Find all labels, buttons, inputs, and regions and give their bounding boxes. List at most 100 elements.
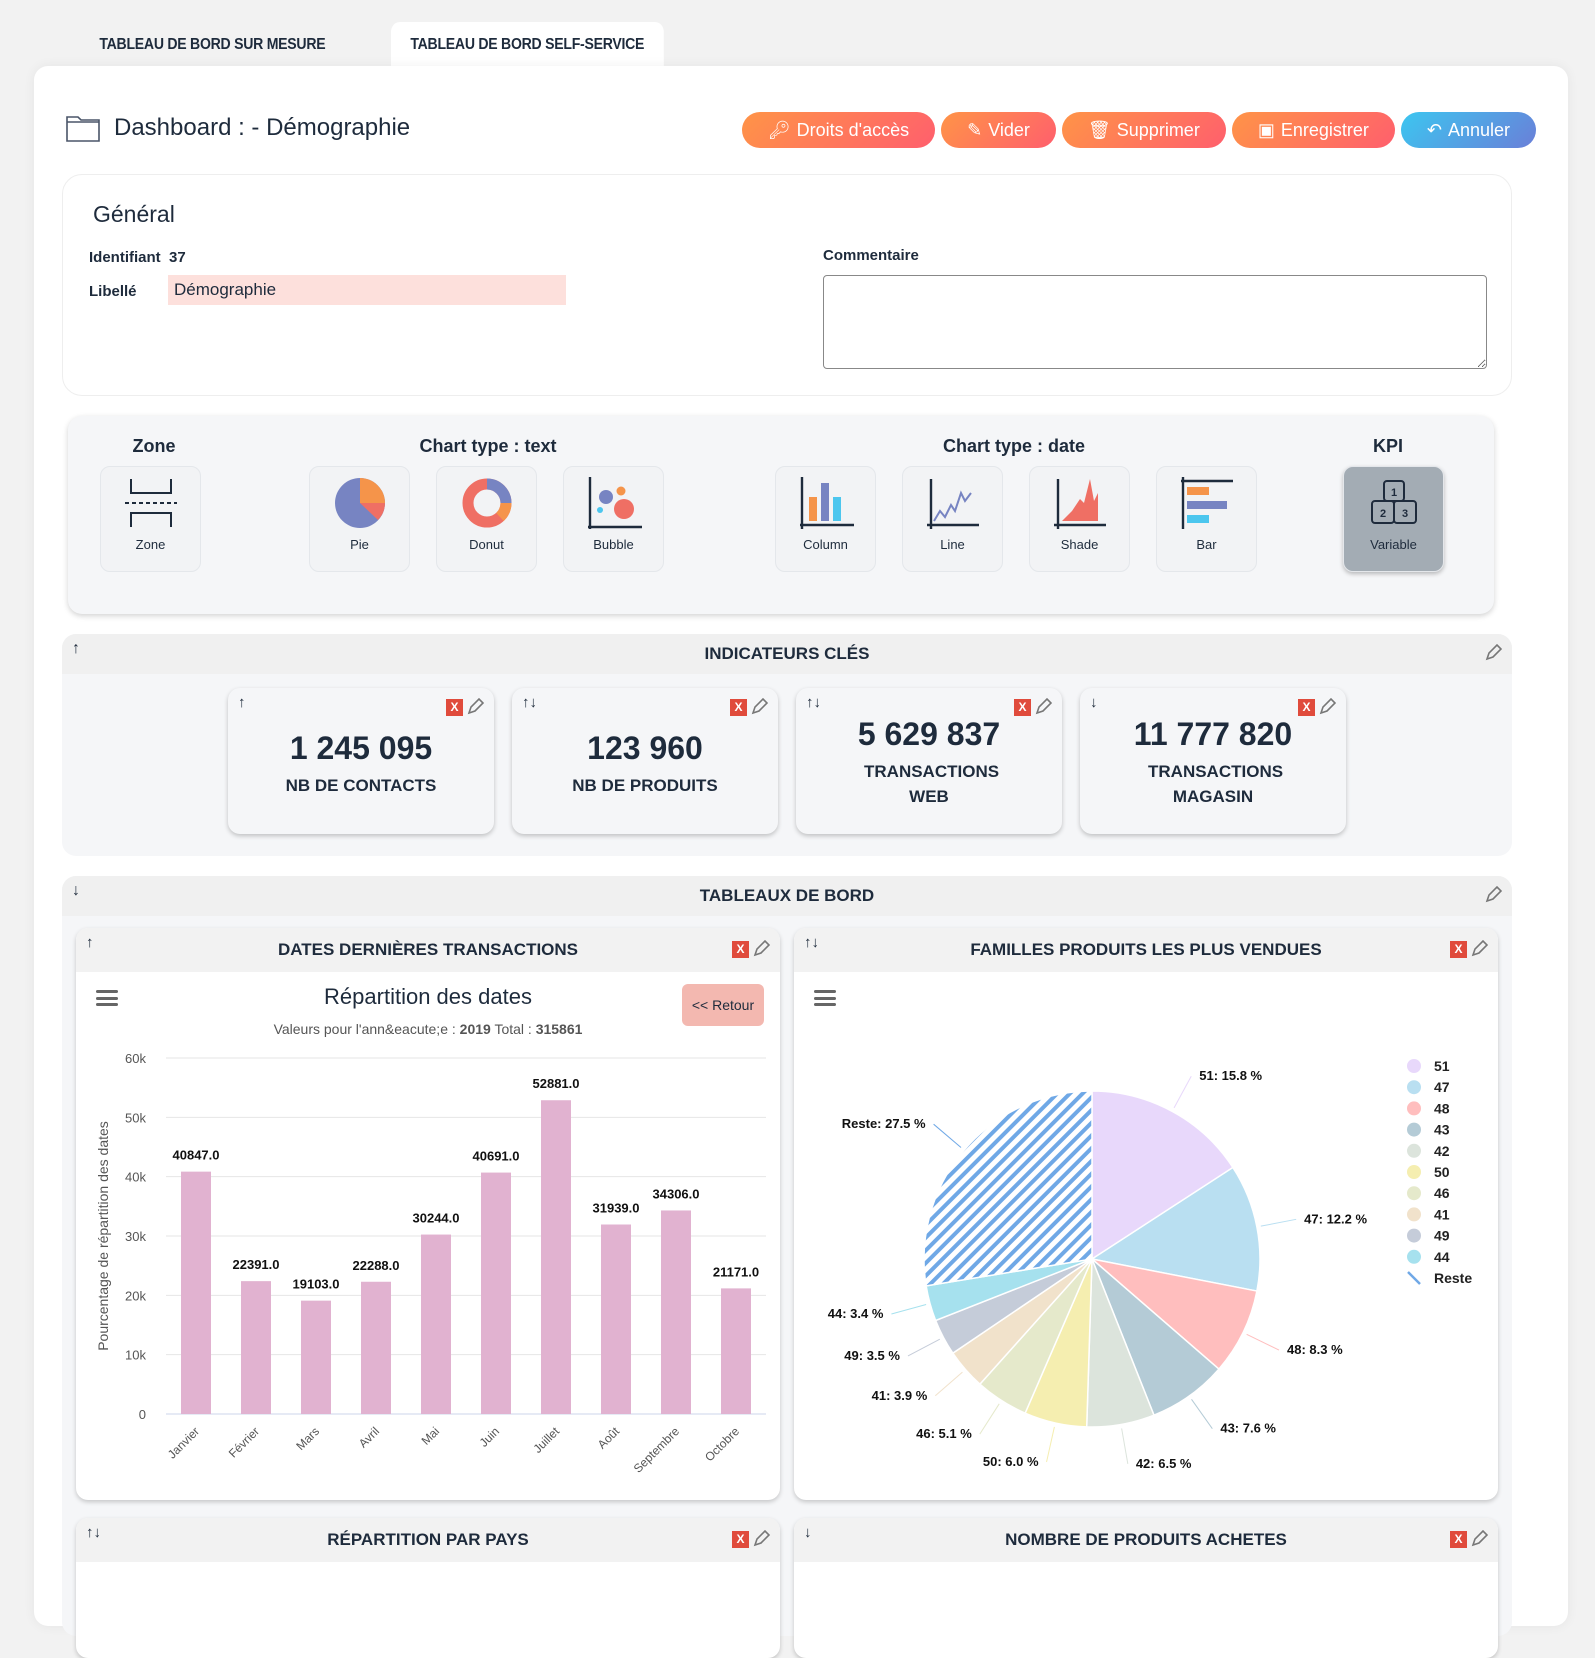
comment-label: Commentaire bbox=[823, 247, 919, 264]
data-label: 30244.0 bbox=[413, 1211, 460, 1226]
legend-label: 46 bbox=[1434, 1185, 1450, 1201]
access-rights-button[interactable]: 🔑︎ Droits d'accès bbox=[741, 112, 936, 148]
kpi-card: ↑↓ X 123 960 NB DE PRODUITS bbox=[512, 688, 778, 834]
cancel-button[interactable]: ↶ Annuler bbox=[1400, 112, 1536, 148]
delete-widget-button[interactable]: X bbox=[1014, 698, 1031, 716]
tab-custom-dashboard[interactable]: TABLEAU DE BORD SUR MESURE bbox=[80, 22, 345, 66]
tile-shade[interactable]: Shade bbox=[1029, 466, 1130, 572]
bar bbox=[241, 1281, 271, 1414]
tile-variable[interactable]: 12 3 Variable bbox=[1343, 466, 1444, 572]
clear-button[interactable]: ✎ Vider bbox=[941, 112, 1056, 148]
dashboards-section: ↓ TABLEAUX DE BORD ↑ DATES DERNIÈRES TRA… bbox=[62, 876, 1512, 1658]
page-title: Dashboard : - Démographie bbox=[114, 114, 411, 141]
widget-title: NOMBRE DE PRODUITS ACHETES bbox=[1005, 1530, 1287, 1549]
widget-card-dates: ↑ DATES DERNIÈRES TRANSACTIONS X << Reto… bbox=[76, 928, 780, 1500]
save-button[interactable]: ▣ Enregistrer bbox=[1231, 112, 1395, 148]
kpi-section-header: ↑ INDICATEURS CLÉS bbox=[62, 634, 1512, 674]
x-tick-label: Août bbox=[595, 1424, 623, 1452]
widget-title: RÉPARTITION PAR PAYS bbox=[327, 1530, 529, 1549]
delete-widget-button[interactable]: X bbox=[732, 940, 749, 958]
legend-label: 47 bbox=[1434, 1079, 1450, 1095]
tab-self-service-dashboard[interactable]: TABLEAU DE BORD SELF-SERVICE bbox=[390, 22, 664, 66]
data-label: 51: 15.8 % bbox=[1199, 1068, 1262, 1083]
move-arrows[interactable]: ↑↓ bbox=[522, 694, 537, 711]
pencil-icon[interactable] bbox=[752, 1530, 770, 1548]
delete-widget-button[interactable]: X bbox=[1298, 698, 1315, 716]
delete-widget-button[interactable]: X bbox=[1450, 940, 1467, 958]
kpi-section: ↑ INDICATEURS CLÉS ↑ X 1 245 095 NB DE C… bbox=[62, 634, 1512, 856]
pencil-icon[interactable] bbox=[1470, 940, 1488, 958]
tile-column[interactable]: Column bbox=[775, 466, 876, 572]
legend-label: 49 bbox=[1434, 1228, 1450, 1244]
delete-widget-button[interactable]: X bbox=[732, 1530, 749, 1548]
connector-line bbox=[1173, 1075, 1192, 1109]
kpi-variable-icon: 12 3 bbox=[1370, 480, 1417, 524]
data-label: 22288.0 bbox=[353, 1258, 400, 1273]
x-tick-label: Janvier bbox=[165, 1424, 202, 1461]
move-arrows[interactable]: ↑ bbox=[86, 934, 94, 951]
move-arrows[interactable]: ↑↓ bbox=[804, 934, 819, 951]
legend-marker bbox=[1407, 1122, 1421, 1137]
move-arrows[interactable]: ↑↓ bbox=[806, 694, 821, 711]
move-arrows[interactable]: ↑↓ bbox=[86, 1524, 101, 1541]
tile-bubble-label: Bubble bbox=[593, 537, 634, 552]
group-title-kpi: KPI bbox=[1372, 436, 1403, 456]
kpi-label: NB DE PRODUITS bbox=[572, 776, 718, 795]
delete-widget-button[interactable]: X bbox=[730, 698, 747, 716]
pie-slice bbox=[923, 1090, 1093, 1287]
column-chart-icon bbox=[799, 477, 854, 529]
tile-donut-label: Donut bbox=[469, 537, 504, 552]
tile-pie[interactable]: Pie bbox=[309, 466, 410, 572]
legend-label: 41 bbox=[1434, 1206, 1450, 1222]
pencil-icon[interactable] bbox=[1484, 644, 1502, 662]
pencil-icon[interactable] bbox=[750, 698, 768, 716]
tile-bar[interactable]: Bar bbox=[1156, 466, 1257, 572]
pencil-icon[interactable] bbox=[1034, 698, 1052, 716]
tile-line[interactable]: Line bbox=[902, 466, 1003, 572]
bar-chart: Répartition des dates Valeurs pour l'ann&… bbox=[95, 984, 766, 1476]
data-label: 50: 6.0 % bbox=[983, 1454, 1039, 1469]
delete-widget-button[interactable]: X bbox=[446, 698, 463, 716]
tile-donut[interactable]: Donut bbox=[436, 466, 537, 572]
data-label: 42: 6.5 % bbox=[1136, 1456, 1192, 1471]
tile-zone[interactable]: Zone bbox=[100, 466, 201, 572]
page-header: Dashboard : - Démographie bbox=[66, 114, 410, 142]
move-arrows[interactable]: ↑ bbox=[72, 640, 80, 658]
connector-line bbox=[1191, 1398, 1213, 1429]
data-label: 22391.0 bbox=[233, 1257, 280, 1272]
tile-bar-label: Bar bbox=[1196, 537, 1217, 552]
pencil-icon[interactable] bbox=[1318, 698, 1336, 716]
comment-textarea[interactable] bbox=[823, 275, 1487, 369]
kpi-label: TRANSACTIONS WEB bbox=[864, 762, 1000, 806]
move-arrows[interactable]: ↓ bbox=[1090, 694, 1098, 711]
name-input[interactable] bbox=[168, 275, 566, 305]
pencil-icon[interactable] bbox=[752, 940, 770, 958]
pencil-icon[interactable] bbox=[466, 698, 484, 716]
delete-button[interactable]: 🗑︎ Supprimer bbox=[1061, 112, 1226, 148]
data-label: 46: 5.1 % bbox=[916, 1426, 972, 1441]
y-axis-label: Pourcentage de répartition des dates bbox=[95, 1121, 111, 1351]
connector-line bbox=[979, 1403, 1000, 1435]
move-arrows[interactable]: ↓ bbox=[804, 1524, 812, 1541]
general-section: Général Identifiant 37 Libellé Commentai… bbox=[62, 174, 1512, 396]
move-arrows[interactable]: ↓ bbox=[72, 882, 80, 900]
x-tick-label: Juin bbox=[477, 1424, 502, 1449]
tile-bubble[interactable]: Bubble bbox=[563, 466, 664, 572]
pie-chart: 51: 15.8 % 47: 12.2 % 48: 8.3 % 43: 7.6 % 42… bbox=[828, 1058, 1473, 1471]
tile-line-label: Line bbox=[940, 537, 965, 552]
widget-header: ↓ NOMBRE DE PRODUITS ACHETES X bbox=[794, 1518, 1498, 1562]
delete-widget-button[interactable]: X bbox=[1450, 1530, 1467, 1548]
x-tick-label: Octobre bbox=[702, 1424, 742, 1464]
kpi-card: ↑ X 1 245 095 NB DE CONTACTS bbox=[228, 688, 494, 834]
cancel-label: Annuler bbox=[1447, 119, 1510, 140]
x-tick-label: Juillet bbox=[531, 1424, 563, 1456]
id-label: Identifiant bbox=[89, 249, 161, 266]
x-tick-label: Mai bbox=[419, 1424, 443, 1448]
connector-line bbox=[891, 1303, 927, 1315]
legend-label: 50 bbox=[1434, 1164, 1450, 1180]
pencil-icon[interactable] bbox=[1470, 1530, 1488, 1548]
pencil-icon[interactable] bbox=[1484, 886, 1502, 904]
kpi-label: NB DE CONTACTS bbox=[285, 776, 437, 795]
connector-line bbox=[1246, 1333, 1280, 1351]
move-arrows[interactable]: ↑ bbox=[238, 694, 246, 711]
